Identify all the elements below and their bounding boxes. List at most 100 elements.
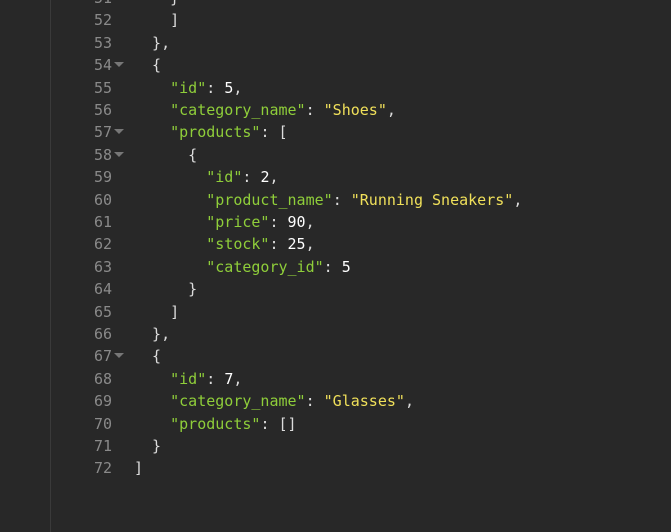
code-token-str: "Shoes": [323, 101, 387, 119]
fold-toggle-icon[interactable]: [114, 353, 124, 359]
code-token-punc: :: [269, 235, 288, 254]
fold-toggle-icon[interactable]: [114, 62, 124, 68]
line-number: 67: [93, 347, 112, 366]
code-line[interactable]: 61 "price": 90,: [0, 211, 671, 233]
code-token-punc: ,: [233, 369, 243, 388]
code-line[interactable]: 62 "stock": 25,: [0, 233, 671, 255]
code-token-punc: ,: [305, 235, 315, 254]
line-number: 62: [93, 235, 112, 254]
code-token-key: "category_id": [206, 257, 324, 276]
code-line[interactable]: 56 "category_name": "Shoes",: [0, 99, 671, 121]
line-number: 65: [93, 302, 112, 321]
code-line[interactable]: 72]: [0, 457, 671, 479]
line-number: 54: [93, 56, 112, 75]
code-line[interactable]: 57 "products": [: [0, 121, 671, 143]
code-token-str: "Running Sneakers": [350, 190, 514, 209]
code-line[interactable]: 68 "id": 7,: [0, 368, 671, 390]
line-number: 66: [93, 325, 112, 343]
code-line[interactable]: 63 "category_id": 5: [0, 256, 671, 278]
code-text: {: [134, 345, 161, 367]
code-token-punc: [134, 235, 206, 253]
fold-toggle-icon[interactable]: [114, 151, 124, 157]
code-token-punc: [134, 415, 170, 433]
code-line[interactable]: 66 },: [0, 323, 671, 345]
line-number: 61: [93, 213, 112, 231]
code-text: "category_name": "Shoes",: [134, 99, 396, 121]
code-token-punc: : [: [260, 123, 288, 142]
code-token-punc: [134, 191, 206, 209]
code-line[interactable]: 65 ]: [0, 301, 671, 323]
code-token-punc: :: [305, 101, 324, 119]
code-token-punc: : []: [260, 414, 297, 433]
code-token-punc: ,: [513, 190, 523, 209]
code-line[interactable]: 64 }: [0, 278, 671, 300]
code-line[interactable]: 70 "products": []: [0, 413, 671, 435]
code-line[interactable]: 55 "id": 5,: [0, 77, 671, 99]
code-editor[interactable]: 51 }52 ]53 },54 {55 "id": 5,56 "category…: [0, 0, 671, 532]
code-token-punc: }: [134, 280, 198, 299]
code-text: "stock": 25,: [134, 233, 315, 255]
code-text: },: [134, 32, 170, 54]
code-text: },: [134, 323, 170, 345]
code-text: "category_id": 5: [134, 256, 351, 278]
code-text: "id": 5,: [134, 77, 242, 99]
code-token-punc: ,: [269, 168, 279, 187]
line-number: 51: [0, 0, 112, 9]
code-token-punc: [134, 370, 170, 388]
code-line[interactable]: 51 }: [0, 0, 671, 9]
code-line[interactable]: 59 "id": 2,: [0, 166, 671, 188]
line-number: 68: [93, 369, 112, 388]
code-line[interactable]: 71 }: [0, 435, 671, 457]
line-number: 71: [93, 437, 112, 455]
code-token-punc: [134, 123, 170, 141]
code-text: ]: [134, 9, 179, 31]
code-token-key: "stock": [206, 235, 270, 254]
code-token-key: "products": [170, 414, 261, 433]
code-text: {: [134, 144, 197, 166]
line-number: 53: [93, 33, 112, 52]
code-text: "products": [: [134, 121, 288, 143]
code-line[interactable]: 67 {: [0, 345, 671, 367]
code-token-punc: :: [269, 213, 288, 231]
code-line[interactable]: 58 {: [0, 144, 671, 166]
line-number: 55: [93, 78, 112, 97]
code-text: ]: [134, 301, 179, 323]
code-text: }: [134, 0, 179, 9]
line-number: 52: [93, 11, 112, 30]
code-text: "products": []: [134, 413, 297, 435]
code-token-punc: [134, 392, 170, 410]
code-line[interactable]: 52 ]: [0, 9, 671, 31]
code-line[interactable]: 69 "category_name": "Glasses",: [0, 390, 671, 412]
code-token-punc: ]: [134, 459, 144, 478]
code-token-punc: [134, 101, 170, 119]
code-token-punc: }: [134, 0, 179, 7]
line-number: 69: [93, 392, 112, 411]
code-token-num: 25: [287, 235, 306, 254]
code-token-key: "id": [206, 168, 243, 187]
code-token-punc: {: [134, 145, 198, 164]
code-text: "price": 90,: [134, 211, 315, 233]
code-token-punc: :: [305, 392, 324, 411]
code-line[interactable]: 60 "product_name": "Running Sneakers",: [0, 189, 671, 211]
code-text: "category_name": "Glasses",: [134, 390, 414, 412]
code-token-punc: [134, 258, 206, 276]
code-line[interactable]: 53 },: [0, 32, 671, 54]
code-text: "product_name": "Running Sneakers",: [134, 189, 522, 211]
line-number: 72: [93, 459, 112, 478]
fold-toggle-icon[interactable]: [114, 129, 124, 135]
code-token-punc: :: [332, 190, 351, 209]
line-number: 70: [93, 414, 112, 433]
code-token-key: "price": [206, 213, 270, 231]
code-token-num: 7: [224, 369, 234, 388]
code-line[interactable]: 54 {: [0, 54, 671, 76]
code-token-punc: ,: [305, 213, 315, 231]
line-number: 57: [93, 123, 112, 142]
line-number: 64: [93, 280, 112, 299]
code-token-punc: }: [134, 437, 162, 455]
code-token-num: 90: [287, 213, 306, 231]
code-text: ]: [134, 457, 143, 479]
code-token-num: 5: [341, 257, 351, 276]
code-text: {: [134, 54, 161, 76]
code-token-punc: ,: [233, 78, 243, 97]
code-token-punc: :: [242, 168, 261, 187]
